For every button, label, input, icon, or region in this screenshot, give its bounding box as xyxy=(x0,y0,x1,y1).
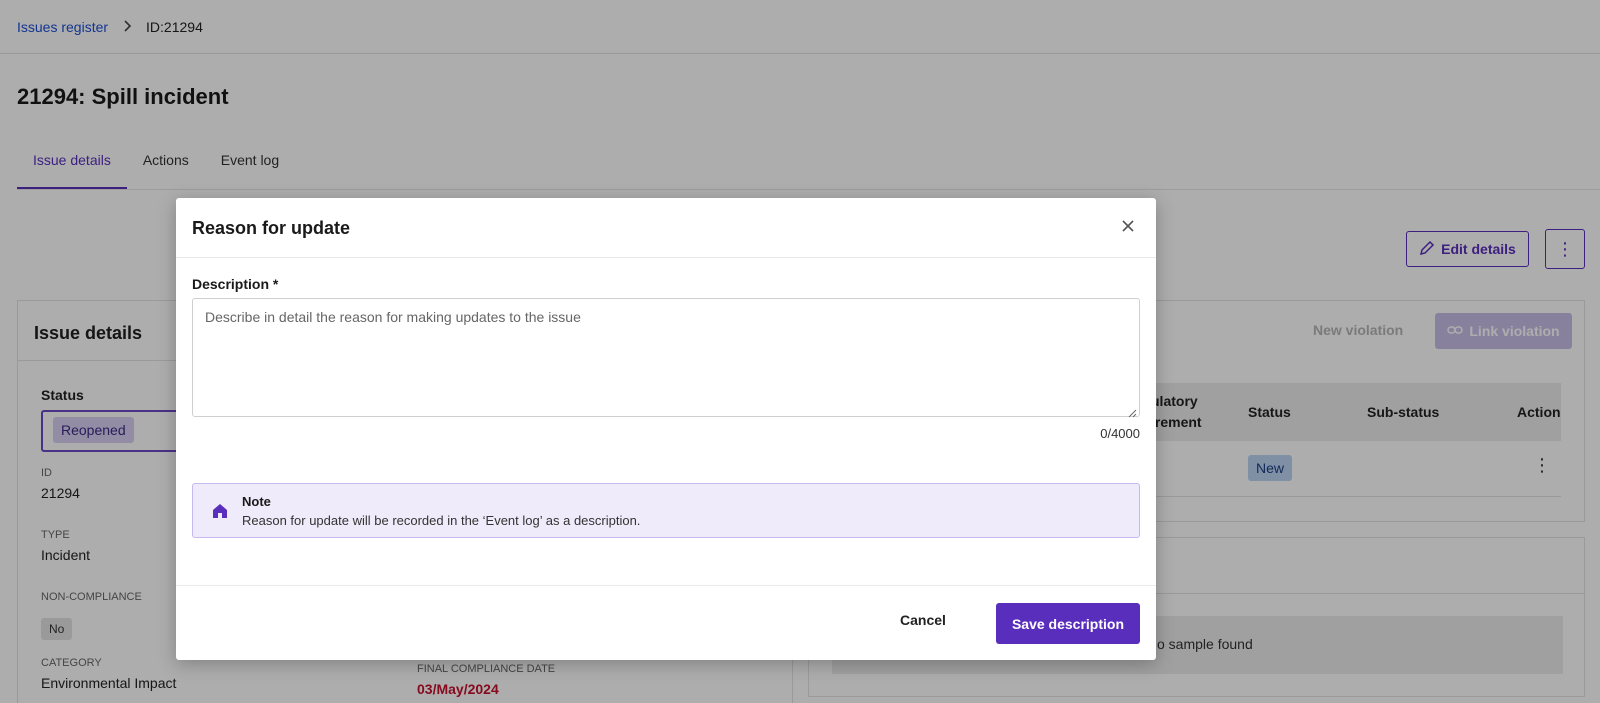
note-banner: Note Reason for update will be recorded … xyxy=(192,483,1140,538)
description-textarea[interactable] xyxy=(192,298,1140,417)
cancel-button[interactable]: Cancel xyxy=(900,612,946,628)
reason-for-update-dialog: Reason for update Description * 0/4000 N… xyxy=(176,198,1156,660)
description-label: Description * xyxy=(192,276,279,292)
close-icon[interactable] xyxy=(1118,217,1138,237)
save-description-button[interactable]: Save description xyxy=(996,603,1140,644)
character-counter: 0/4000 xyxy=(1100,426,1140,441)
home-icon xyxy=(210,501,230,521)
dialog-footer-divider xyxy=(176,585,1156,586)
dialog-header: Reason for update xyxy=(176,198,1156,258)
note-title: Note xyxy=(242,494,271,509)
dialog-title: Reason for update xyxy=(192,218,351,238)
note-text: Reason for update will be recorded in th… xyxy=(242,513,641,528)
resize-grip-icon[interactable] xyxy=(1127,405,1137,418)
